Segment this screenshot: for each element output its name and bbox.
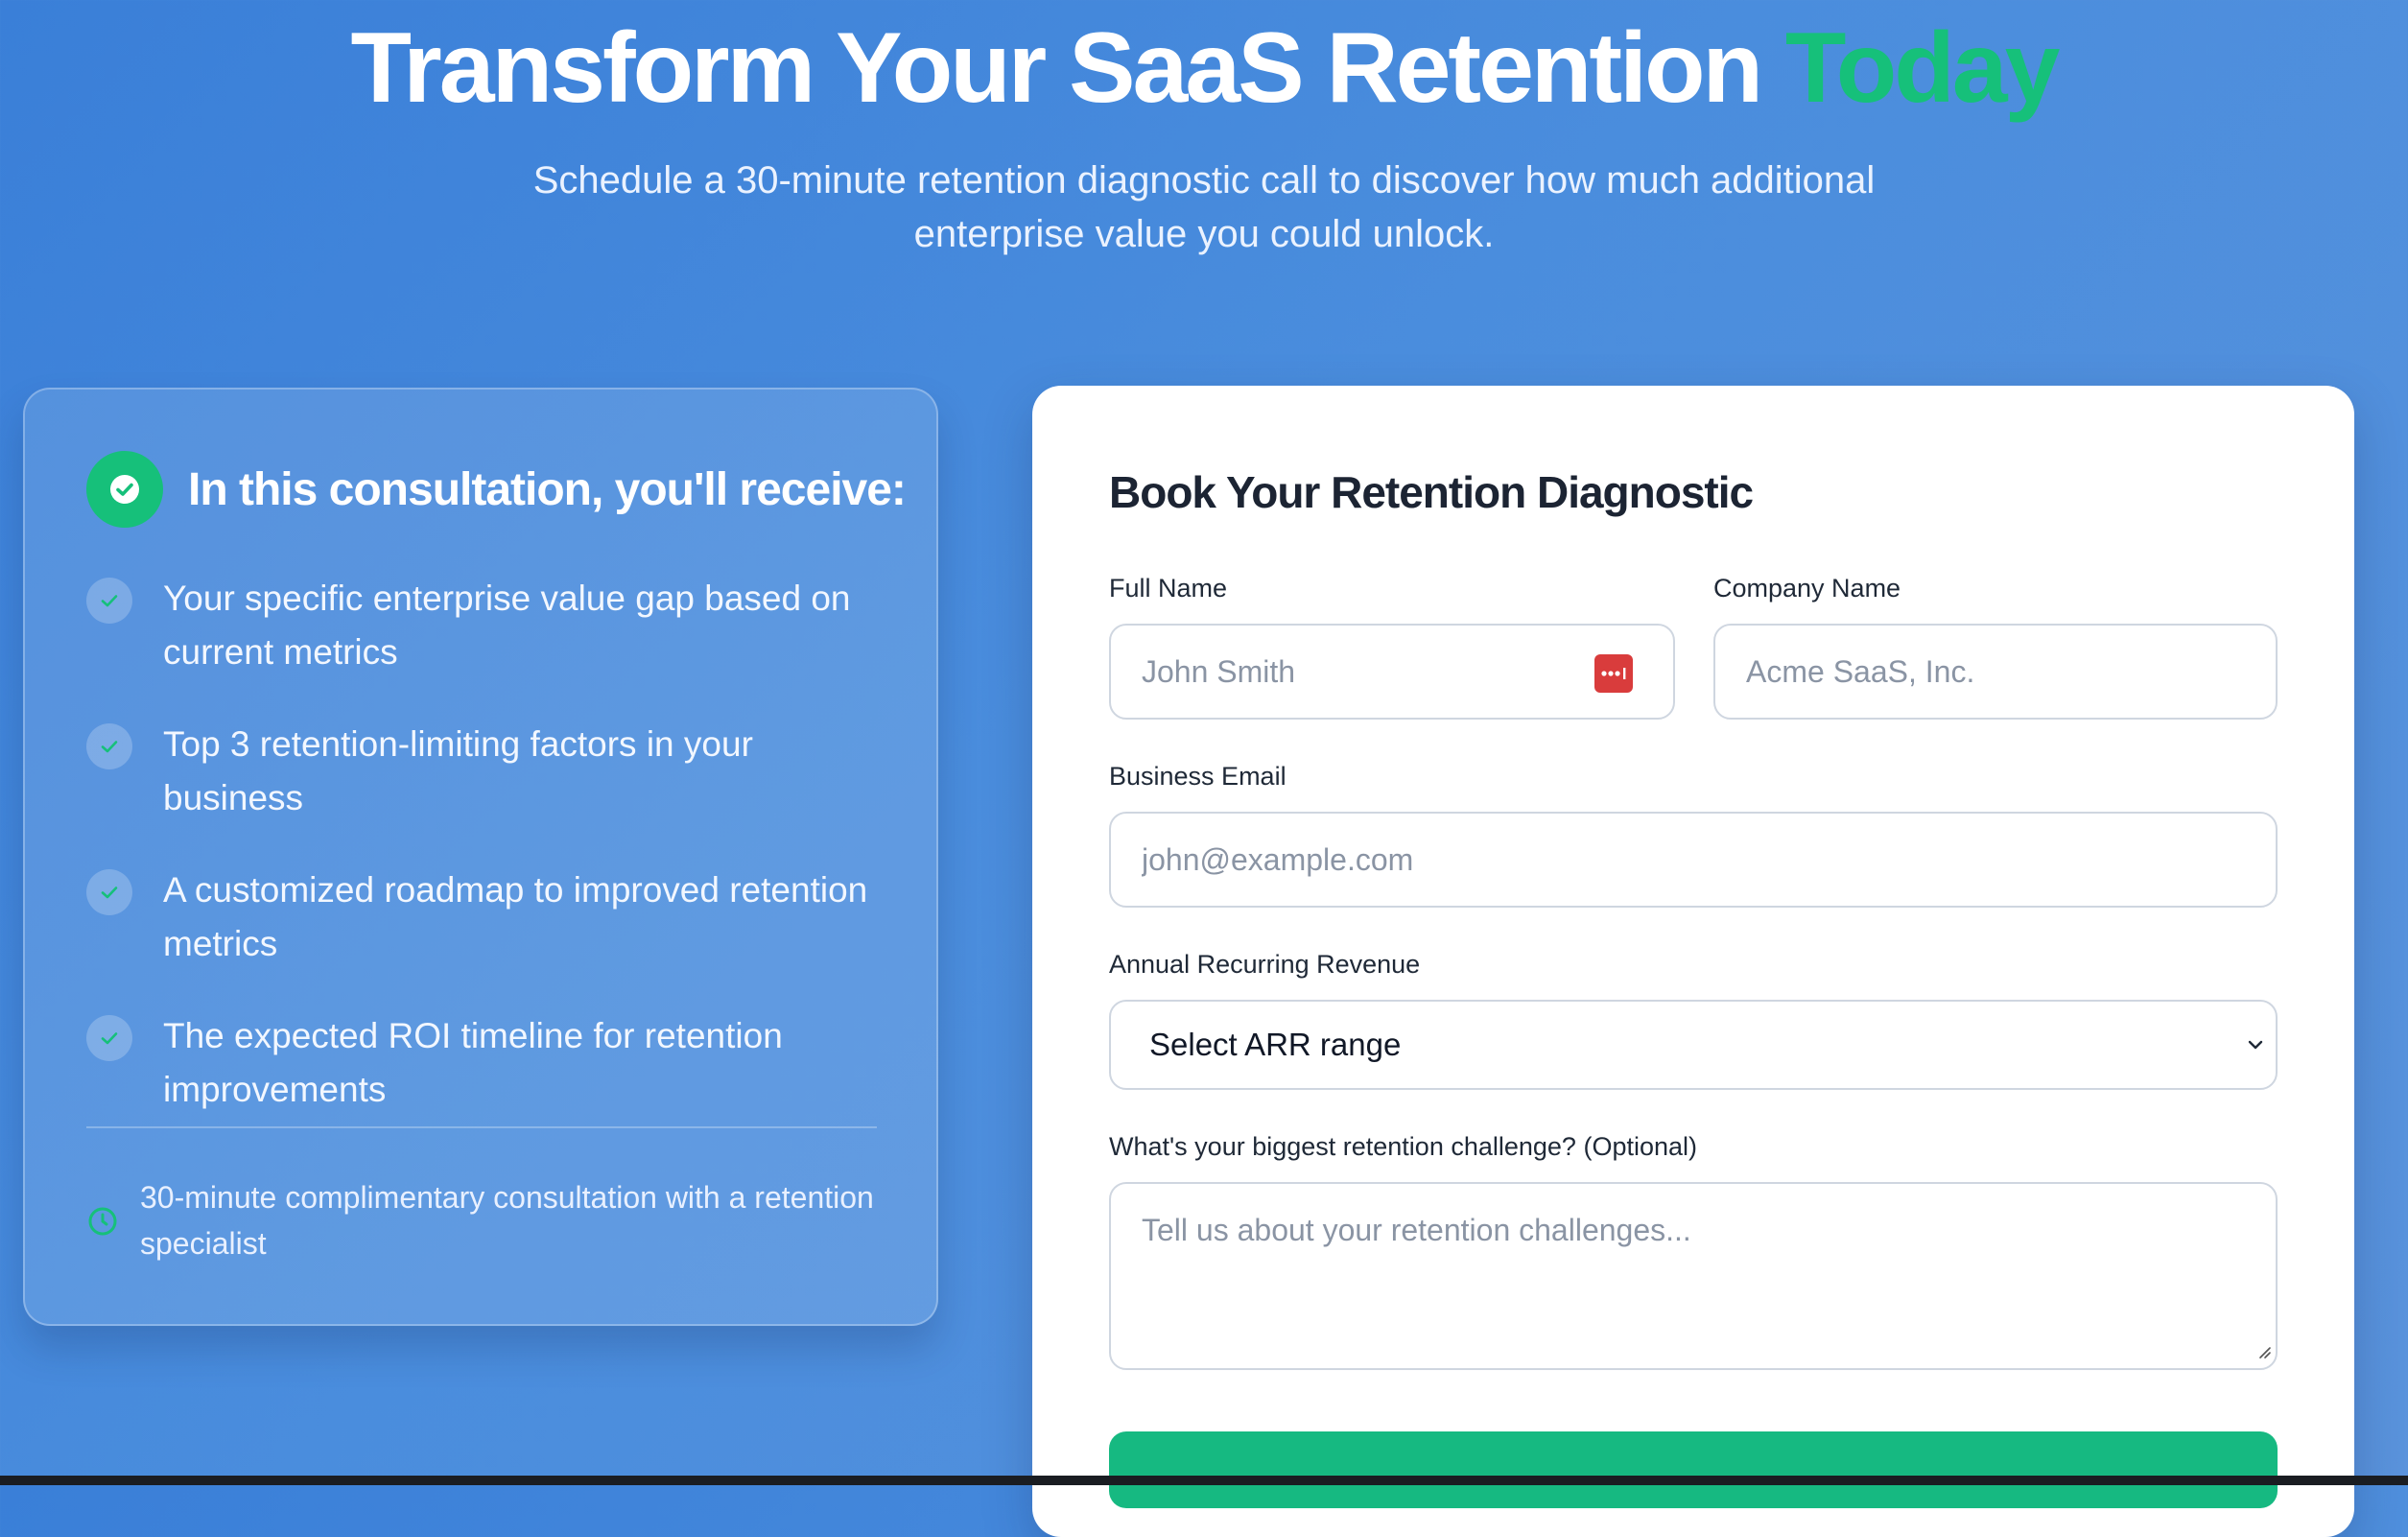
benefit-text: The expected ROI timeline for retention … — [163, 1016, 783, 1109]
consultation-note-text: 30-minute complimentary consultation wit… — [140, 1180, 874, 1261]
benefits-header: In this consultation, you'll receive: — [86, 451, 907, 528]
hero-title: Transform Your SaaS Retention Today — [0, 13, 2408, 123]
check-icon — [86, 869, 132, 915]
benefits-title: In this consultation, you'll receive: — [188, 463, 907, 515]
clock-icon — [86, 1205, 119, 1238]
full-name-input[interactable] — [1111, 626, 1673, 718]
arr-select[interactable]: Select ARR range — [1109, 1000, 2278, 1090]
challenge-field[interactable] — [1109, 1182, 2278, 1370]
submit-button[interactable] — [1109, 1431, 2278, 1508]
challenge-textarea[interactable] — [1111, 1184, 2276, 1368]
business-email-field[interactable] — [1109, 812, 2278, 908]
benefit-list: Your specific enterprise value gap based… — [86, 572, 892, 1155]
resize-handle-icon[interactable] — [2255, 1342, 2272, 1364]
company-name-label: Company Name — [1713, 574, 1901, 603]
bottom-bar — [0, 1476, 2408, 1485]
business-email-label: Business Email — [1109, 762, 1287, 791]
divider — [86, 1126, 877, 1128]
benefit-text: A customized roadmap to improved retenti… — [163, 870, 868, 963]
arr-select-value: Select ARR range — [1149, 1027, 1402, 1062]
challenge-label: What's your biggest retention challenge?… — [1109, 1132, 1697, 1161]
benefit-text: Top 3 retention-limiting factors in your… — [163, 724, 753, 817]
hero-title-accent: Today — [1784, 12, 2061, 124]
company-name-field[interactable] — [1713, 624, 2278, 720]
password-manager-icon[interactable] — [1594, 654, 1633, 693]
business-email-input[interactable] — [1111, 814, 2276, 906]
chevron-down-icon — [2245, 1034, 2266, 1060]
benefit-item: Top 3 retention-limiting factors in your… — [86, 718, 892, 825]
full-name-field[interactable] — [1109, 624, 1675, 720]
check-icon — [86, 723, 132, 769]
check-badge-icon — [86, 451, 163, 528]
benefit-item: Your specific enterprise value gap based… — [86, 572, 892, 679]
consultation-note: 30-minute complimentary consultation wit… — [86, 1174, 902, 1266]
benefit-text: Your specific enterprise value gap based… — [163, 579, 851, 672]
company-name-input[interactable] — [1715, 626, 2276, 718]
hero-title-main: Transform Your SaaS Retention — [350, 12, 1763, 124]
arr-label: Annual Recurring Revenue — [1109, 950, 1421, 979]
form-title: Book Your Retention Diagnostic — [1109, 467, 1754, 517]
hero-subtitle: Schedule a 30-minute retention diagnosti… — [532, 159, 1876, 255]
benefits-card: In this consultation, you'll receive: Yo… — [23, 388, 938, 1326]
check-icon — [86, 1015, 132, 1061]
benefit-item: A customized roadmap to improved retenti… — [86, 863, 892, 971]
benefit-item: The expected ROI timeline for retention … — [86, 1009, 892, 1117]
booking-form-card: Book Your Retention Diagnostic Full Name… — [1032, 386, 2354, 1537]
check-icon — [86, 578, 132, 624]
full-name-label: Full Name — [1109, 574, 1228, 603]
